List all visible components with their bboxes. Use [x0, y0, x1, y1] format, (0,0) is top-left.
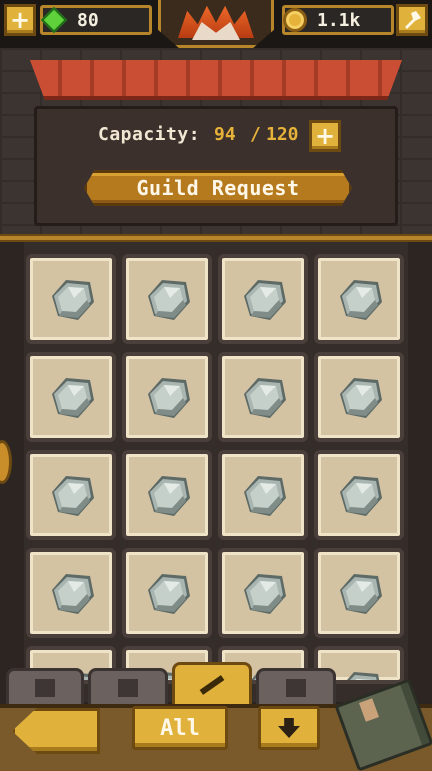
inventory-slot[interactable]	[218, 548, 308, 638]
inventory-slot[interactable]	[26, 450, 116, 540]
sword-icon	[199, 674, 225, 695]
inventory-grid	[26, 254, 408, 684]
inventory-slot[interactable]	[314, 254, 404, 344]
capacity-current: 94	[214, 124, 236, 145]
iron-ore-icon	[340, 378, 382, 418]
add-capacity-button[interactable]: +	[309, 120, 341, 152]
iron-ore-icon	[148, 574, 190, 614]
guild-request-label: Guild Request	[136, 176, 300, 200]
filter-label: All	[160, 715, 200, 741]
capacity-max: 120	[266, 124, 299, 145]
inventory-slot[interactable]	[218, 450, 308, 540]
gem-counter: 80	[40, 5, 152, 35]
potion-icon	[35, 678, 55, 697]
iron-ore-icon	[52, 378, 94, 418]
inventory-slot[interactable]	[122, 450, 212, 540]
iron-ore-icon	[148, 476, 190, 516]
inventory-slot[interactable]	[122, 548, 212, 638]
inventory-slot[interactable]	[26, 352, 116, 442]
capacity-separator: /	[250, 124, 261, 145]
iron-ore-icon	[52, 280, 94, 320]
tab-weapons[interactable]	[172, 662, 252, 704]
sort-down-icon	[278, 718, 300, 738]
iron-ore-icon	[340, 280, 382, 320]
inventory-slot[interactable]	[314, 548, 404, 638]
inventory-slot[interactable]	[122, 352, 212, 442]
red-awning	[30, 60, 402, 100]
inventory-slot[interactable]	[26, 548, 116, 638]
gem-count: 80	[77, 9, 99, 31]
coin-counter: 1.1k	[282, 5, 394, 35]
plus-icon: +	[314, 122, 336, 150]
tab-potions[interactable]	[6, 668, 84, 704]
right-pillar	[408, 242, 432, 702]
tab-gems[interactable]	[256, 668, 336, 704]
iron-ore-icon	[340, 574, 382, 614]
inventory-slot[interactable]	[218, 352, 308, 442]
iron-ore-icon	[347, 672, 380, 680]
iron-ore-icon	[244, 476, 286, 516]
inventory-slot[interactable]	[314, 352, 404, 442]
coin-count: 1.1k	[317, 9, 361, 31]
settings-button[interactable]	[396, 4, 428, 36]
filter-all-button[interactable]: All	[132, 706, 228, 750]
sort-button[interactable]	[258, 706, 320, 750]
inventory-slot[interactable]	[314, 450, 404, 540]
inventory-slot[interactable]	[26, 254, 116, 344]
plus-icon: +	[9, 6, 31, 34]
iron-ore-icon	[340, 476, 382, 516]
iron-ore-icon	[52, 476, 94, 516]
boot-icon	[118, 678, 138, 697]
add-gems-button[interactable]: +	[4, 4, 36, 36]
iron-ore-icon	[244, 574, 286, 614]
gold-coin-icon	[283, 8, 307, 32]
green-gem-icon	[40, 6, 68, 34]
wrench-icon	[405, 11, 421, 29]
iron-ore-icon	[148, 280, 190, 320]
gem-outline-icon	[286, 678, 306, 697]
shelf-divider	[0, 234, 432, 242]
inventory-slot[interactable]	[218, 254, 308, 344]
tab-armor[interactable]	[88, 668, 168, 704]
iron-ore-icon	[244, 378, 286, 418]
iron-ore-icon	[148, 378, 190, 418]
guild-request-button[interactable]: Guild Request	[84, 170, 352, 206]
iron-ore-icon	[244, 280, 286, 320]
inventory-slot[interactable]	[122, 254, 212, 344]
capacity-label: Capacity:	[98, 124, 201, 145]
iron-ore-icon	[52, 574, 94, 614]
